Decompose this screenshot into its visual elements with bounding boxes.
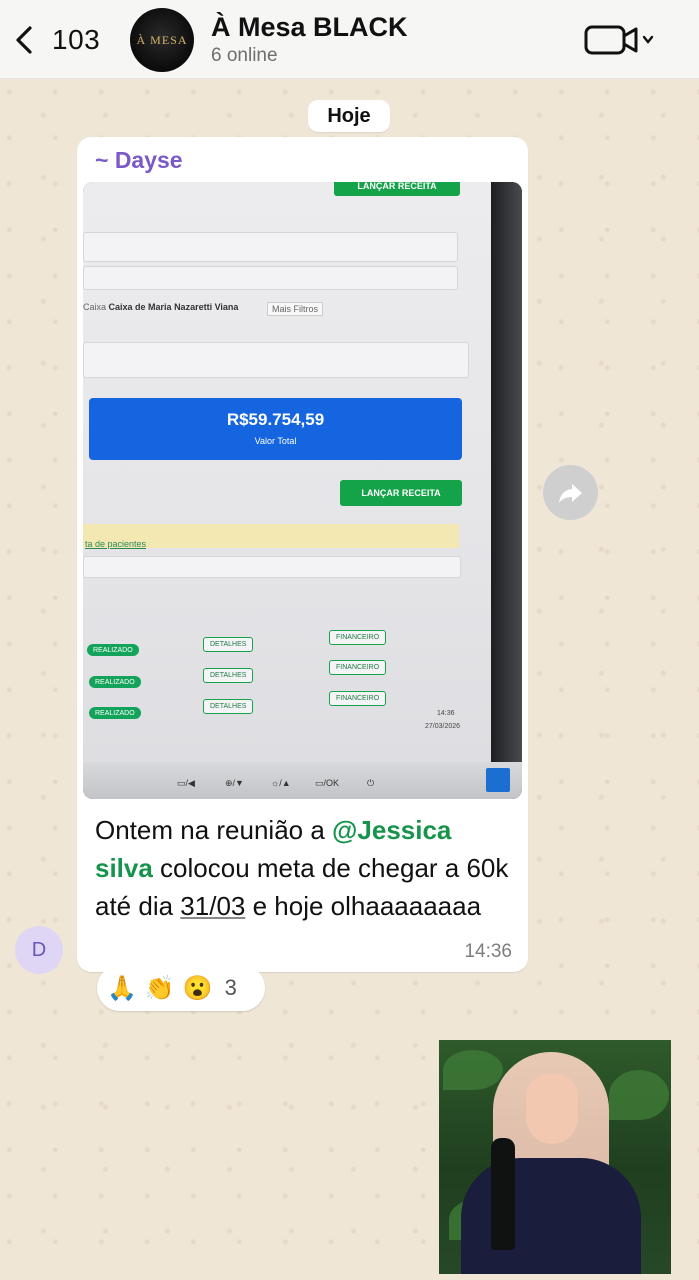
message-time: 14:36 xyxy=(464,941,512,962)
video-call-button[interactable] xyxy=(584,22,656,58)
photo-monitor-control: ⏻ xyxy=(367,778,375,788)
photo-total-value: R$59.754,59 xyxy=(226,410,325,429)
photo-select-box xyxy=(83,232,458,262)
photo-total-card: R$59.754,59 Valor Total xyxy=(89,398,462,460)
photo-monitor-control: ▭/OK xyxy=(315,778,340,788)
bottle-shape xyxy=(491,1138,515,1250)
photo-filter-row: Caixa Caixa de Maria Nazaretti Viana xyxy=(83,302,239,312)
online-status: 6 online xyxy=(211,45,278,66)
image-message[interactable] xyxy=(439,1040,671,1274)
message-text: Ontem na reunião a @Jessica silva coloco… xyxy=(95,815,509,921)
photo-launch-button: LANÇAR RECEITA xyxy=(340,480,462,506)
pray-emoji-icon: 🙏 xyxy=(107,974,137,1002)
clap-emoji-icon: 👏 xyxy=(144,974,175,1002)
person-body xyxy=(461,1158,641,1274)
reactions-bar[interactable]: 🙏 👏 😮 3 xyxy=(97,965,265,1011)
message-bubble[interactable]: ~ Dayse LANÇAR RECEITA Caixa Caixa de Ma… xyxy=(77,137,528,972)
photo-monitor-control: ⊕/▼ xyxy=(225,778,244,788)
share-arrow-icon xyxy=(558,483,582,503)
foliage-shape xyxy=(443,1050,503,1090)
message-photo[interactable]: LANÇAR RECEITA Caixa Caixa de Maria Naza… xyxy=(83,182,522,799)
group-title[interactable]: À Mesa BLACK xyxy=(211,12,408,43)
photo-taskbar-time: 14:36 xyxy=(437,710,455,717)
group-avatar[interactable]: À MESA xyxy=(130,8,194,72)
photo-finance-button: FINANCEIRO xyxy=(329,660,387,675)
photo-details-button: DETALHES xyxy=(203,637,254,652)
photo-row-box xyxy=(83,556,461,578)
photo-status-badge: REALIZADO xyxy=(87,644,139,656)
photo-total-label: Valor Total xyxy=(254,436,297,446)
photo-status-badge: REALIZADO xyxy=(89,676,141,688)
back-button[interactable]: 103 xyxy=(10,18,100,62)
photo-finance-button: FINANCEIRO xyxy=(329,691,387,706)
reaction-count: 3 xyxy=(224,975,237,1000)
photo-monitor-screen: LANÇAR RECEITA Caixa Caixa de Maria Naza… xyxy=(83,182,491,762)
sender-name[interactable]: ~ Dayse xyxy=(95,147,183,174)
photo-monitor-control: ☼/▲ xyxy=(271,778,291,788)
photo-taskbar-date: 27/03/2026 xyxy=(425,723,461,730)
photo-list-title: ta de pacientes xyxy=(85,539,147,549)
photo-monitor-stand xyxy=(83,762,522,799)
photo-monitor-control: ▭/◀ xyxy=(177,778,195,788)
photo-details-button: DETALHES xyxy=(203,699,254,714)
photo-details-button: DETALHES xyxy=(203,668,254,683)
date-link[interactable]: 31/03 xyxy=(180,891,245,921)
photo-launch-button-top: LANÇAR RECEITA xyxy=(334,182,460,196)
photo-more-filters: Mais Filtros xyxy=(267,302,324,316)
video-call-icon xyxy=(584,25,654,55)
energy-label-icon xyxy=(486,768,510,792)
person-face xyxy=(526,1074,578,1144)
photo-finance-button: FINANCEIRO xyxy=(329,630,387,645)
forward-button[interactable] xyxy=(543,465,598,520)
chat-header: 103 À MESA À Mesa BLACK 6 online xyxy=(0,0,699,79)
photo-status-badge: REALIZADO xyxy=(89,707,141,719)
sender-avatar[interactable]: D xyxy=(15,926,63,974)
group-avatar-logo: À MESA xyxy=(136,32,188,47)
foliage-shape xyxy=(609,1070,669,1120)
date-separator: Hoje xyxy=(308,100,390,132)
surprised-emoji-icon: 😮 xyxy=(182,974,213,1002)
photo-input-box xyxy=(83,266,458,290)
unread-count: 103 xyxy=(52,24,101,55)
chevron-left-icon xyxy=(16,26,32,54)
photo-monitor-bezel xyxy=(491,182,522,799)
photo-panel xyxy=(83,342,469,378)
